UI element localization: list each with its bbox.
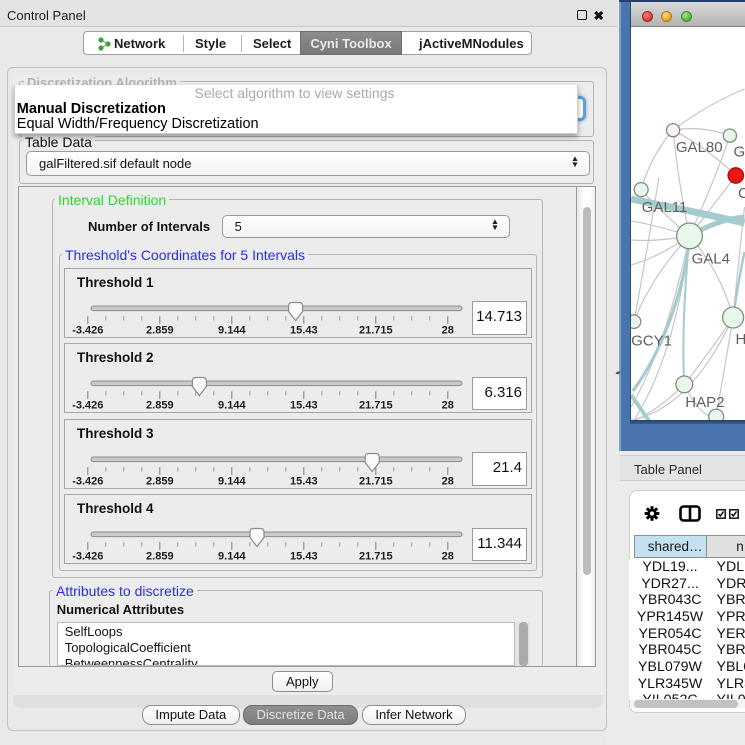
svg-text:15.43: 15.43 xyxy=(290,475,318,487)
svg-text:CY: CY xyxy=(738,185,745,202)
svg-text:15.43: 15.43 xyxy=(290,324,318,336)
svg-text:GAL11: GAL11 xyxy=(642,199,688,216)
svg-text:2.859: 2.859 xyxy=(146,551,174,563)
svg-text:21.715: 21.715 xyxy=(359,551,393,563)
svg-text:GAL4: GAL4 xyxy=(692,251,730,268)
svg-text:GA: GA xyxy=(734,144,745,161)
svg-text:-3.426: -3.426 xyxy=(72,551,103,563)
svg-text:GAL80: GAL80 xyxy=(676,139,723,156)
svg-text:GCY1: GCY1 xyxy=(631,332,672,349)
svg-text:HI: HI xyxy=(736,331,745,348)
svg-text:28: 28 xyxy=(442,400,454,412)
svg-text:-3.426: -3.426 xyxy=(72,324,103,336)
svg-text:21.715: 21.715 xyxy=(359,324,393,336)
svg-text:28: 28 xyxy=(442,324,454,336)
svg-text:9.144: 9.144 xyxy=(218,475,246,487)
svg-text:15.43: 15.43 xyxy=(290,400,318,412)
svg-text:2.859: 2.859 xyxy=(146,475,174,487)
svg-text:2.859: 2.859 xyxy=(146,324,174,336)
svg-text:21.715: 21.715 xyxy=(359,400,393,412)
svg-text:2.859: 2.859 xyxy=(146,400,174,412)
svg-text:-3.426: -3.426 xyxy=(72,475,103,487)
svg-text:15.43: 15.43 xyxy=(290,551,318,563)
svg-text:9.144: 9.144 xyxy=(218,551,246,563)
svg-text:-3.426: -3.426 xyxy=(72,400,103,412)
svg-text:21.715: 21.715 xyxy=(359,475,393,487)
svg-text:9.144: 9.144 xyxy=(218,324,246,336)
svg-text:HAP2: HAP2 xyxy=(685,394,724,411)
svg-text:28: 28 xyxy=(442,551,454,563)
svg-text:9.144: 9.144 xyxy=(218,400,246,412)
svg-text:28: 28 xyxy=(442,475,454,487)
